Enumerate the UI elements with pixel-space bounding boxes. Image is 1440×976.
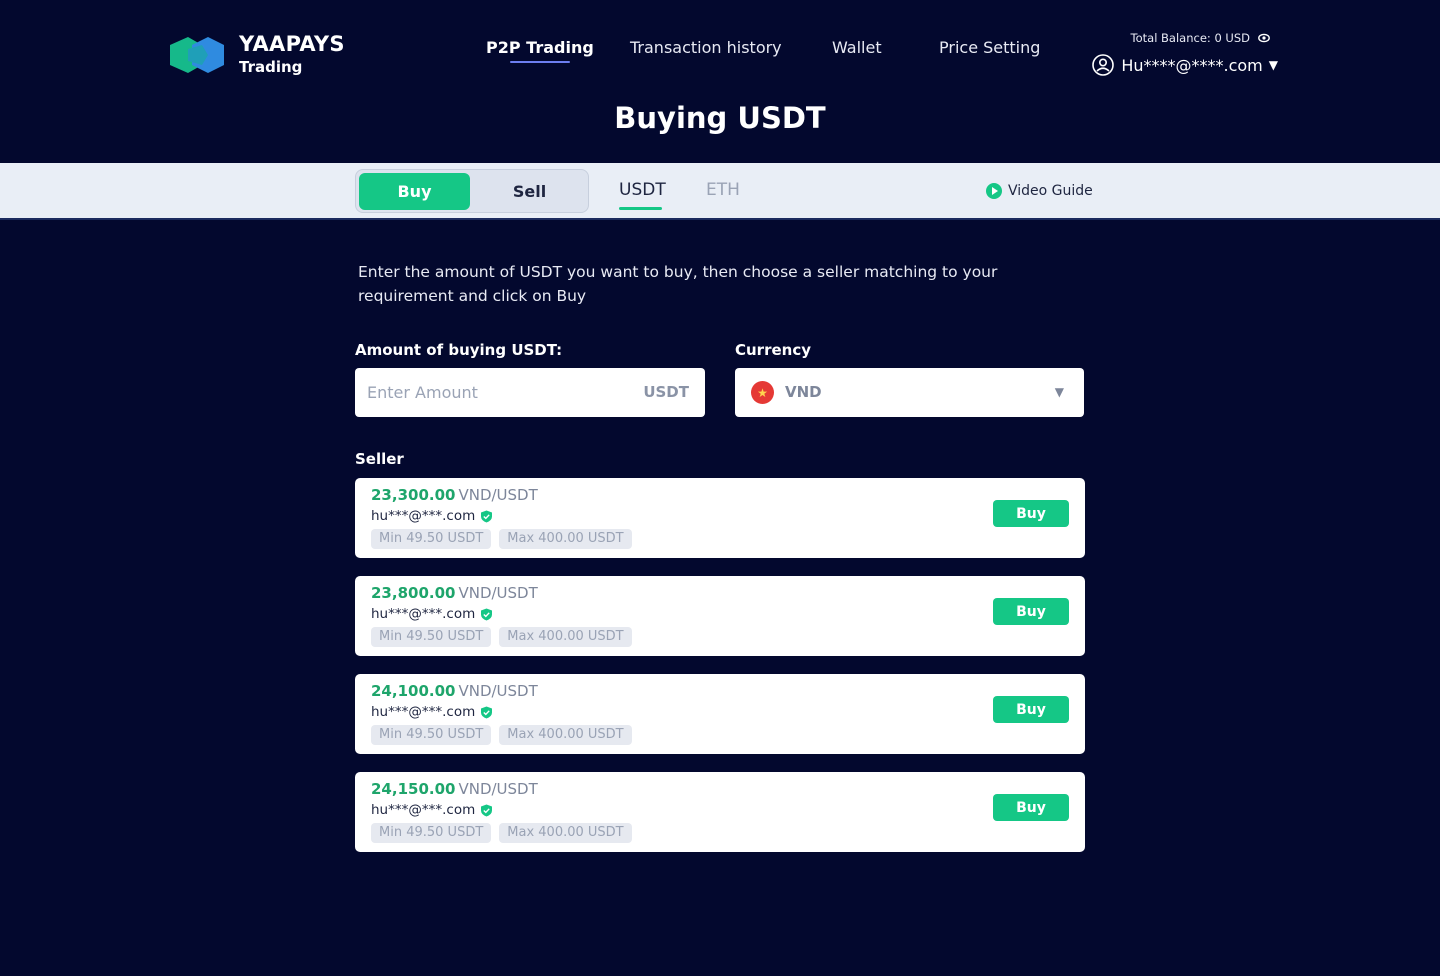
price-value: 24,150.00: [371, 780, 456, 798]
seller-heading: Seller: [355, 450, 404, 468]
nav-active-indicator: [510, 61, 570, 63]
amount-input[interactable]: [367, 368, 627, 417]
max-limit-chip: Max 400.00 USDT: [499, 627, 632, 647]
verified-shield-icon: [481, 804, 493, 816]
verified-shield-icon: [481, 608, 493, 620]
min-limit-chip: Min 49.50 USDT: [371, 529, 492, 549]
offer-seller: hu***@***.com: [371, 606, 493, 622]
tab-bar: Buy Sell USDT ETH Video Guide: [0, 163, 1440, 220]
nav-price-setting[interactable]: Price Setting: [939, 38, 1040, 57]
video-guide-label: Video Guide: [1008, 183, 1093, 199]
nav-transaction-history[interactable]: Transaction history: [630, 38, 782, 57]
max-limit-chip: Max 400.00 USDT: [499, 725, 632, 745]
buy-sell-toggle: Buy Sell: [355, 169, 589, 213]
tab-sell[interactable]: Sell: [474, 173, 585, 210]
seller-email: hu***@***.com: [371, 704, 476, 720]
amount-label: Amount of buying USDT:: [355, 341, 563, 359]
currency-value: VND: [785, 383, 822, 401]
verified-shield-icon: [481, 706, 493, 718]
asset-tab-indicator: [619, 207, 662, 210]
offer-price: 23,800.00 VND/USDT: [371, 584, 538, 602]
offer-seller: hu***@***.com: [371, 508, 493, 524]
max-limit-chip: Max 400.00 USDT: [499, 823, 632, 843]
seller-email: hu***@***.com: [371, 508, 476, 524]
offer-seller: hu***@***.com: [371, 704, 493, 720]
seller-offer: 23,800.00 VND/USDT hu***@***.com Min 49.5…: [355, 576, 1085, 656]
instructions-text: Enter the amount of USDT you want to buy…: [358, 263, 998, 305]
nav-wallet[interactable]: Wallet: [832, 38, 882, 57]
amount-field: USDT: [355, 368, 705, 417]
total-balance: Total Balance: 0 USD: [1131, 31, 1270, 45]
seller-email: hu***@***.com: [371, 802, 476, 818]
buy-button[interactable]: Buy: [993, 598, 1069, 625]
offer-price: 24,100.00 VND/USDT: [371, 682, 538, 700]
video-guide-link[interactable]: Video Guide: [986, 183, 1093, 199]
chevron-down-icon: ▼: [1268, 58, 1278, 72]
chevron-down-icon: ▼: [1054, 385, 1064, 399]
offer-seller: hu***@***.com: [371, 802, 493, 818]
price-pair: VND/USDT: [458, 584, 538, 602]
max-limit-chip: Max 400.00 USDT: [499, 529, 632, 549]
top-header: YAAPAYS Trading P2P Trading Transaction …: [0, 0, 1440, 135]
balance-value: 0 USD: [1214, 31, 1250, 45]
eye-icon[interactable]: [1258, 32, 1270, 44]
price-pair: VND/USDT: [458, 486, 538, 504]
tab-usdt[interactable]: USDT: [619, 180, 666, 200]
min-limit-chip: Min 49.50 USDT: [371, 725, 492, 745]
tab-buy[interactable]: Buy: [359, 173, 470, 210]
seller-offer: 23,300.00 VND/USDT hu***@***.com Min 49.5…: [355, 478, 1085, 558]
price-value: 23,300.00: [371, 486, 456, 504]
price-pair: VND/USDT: [458, 780, 538, 798]
seller-offer: 24,100.00 VND/USDT hu***@***.com Min 49.5…: [355, 674, 1085, 754]
min-limit-chip: Min 49.50 USDT: [371, 823, 492, 843]
amount-unit: USDT: [643, 383, 689, 401]
nav-label: P2P Trading: [486, 38, 594, 57]
verified-shield-icon: [481, 510, 493, 522]
balance-label: Total Balance:: [1130, 31, 1211, 45]
currency-select[interactable]: ★ VND ▼: [735, 368, 1084, 417]
price-value: 23,800.00: [371, 584, 456, 602]
user-icon: [1092, 54, 1115, 76]
buy-button[interactable]: Buy: [993, 794, 1069, 821]
user-email: Hu****@****.com: [1121, 55, 1263, 75]
nav-p2p-trading[interactable]: P2P Trading: [486, 38, 594, 63]
price-pair: VND/USDT: [458, 682, 538, 700]
buy-button[interactable]: Buy: [993, 696, 1069, 723]
currency-label: Currency: [735, 341, 812, 359]
seller-email: hu***@***.com: [371, 606, 476, 622]
min-limit-chip: Min 49.50 USDT: [371, 627, 492, 647]
play-icon: [986, 183, 1002, 199]
page-title: Buying USDT: [614, 101, 826, 135]
vietnam-flag-icon: ★: [751, 381, 774, 404]
price-value: 24,100.00: [371, 682, 456, 700]
tab-eth[interactable]: ETH: [706, 180, 740, 200]
offer-price: 24,150.00 VND/USDT: [371, 780, 538, 798]
buy-button[interactable]: Buy: [993, 500, 1069, 527]
seller-offer: 24,150.00 VND/USDT hu***@***.com Min 49.5…: [355, 772, 1085, 852]
offer-price: 23,300.00 VND/USDT: [371, 486, 538, 504]
user-menu[interactable]: Hu****@****.com ▼: [1092, 54, 1278, 76]
